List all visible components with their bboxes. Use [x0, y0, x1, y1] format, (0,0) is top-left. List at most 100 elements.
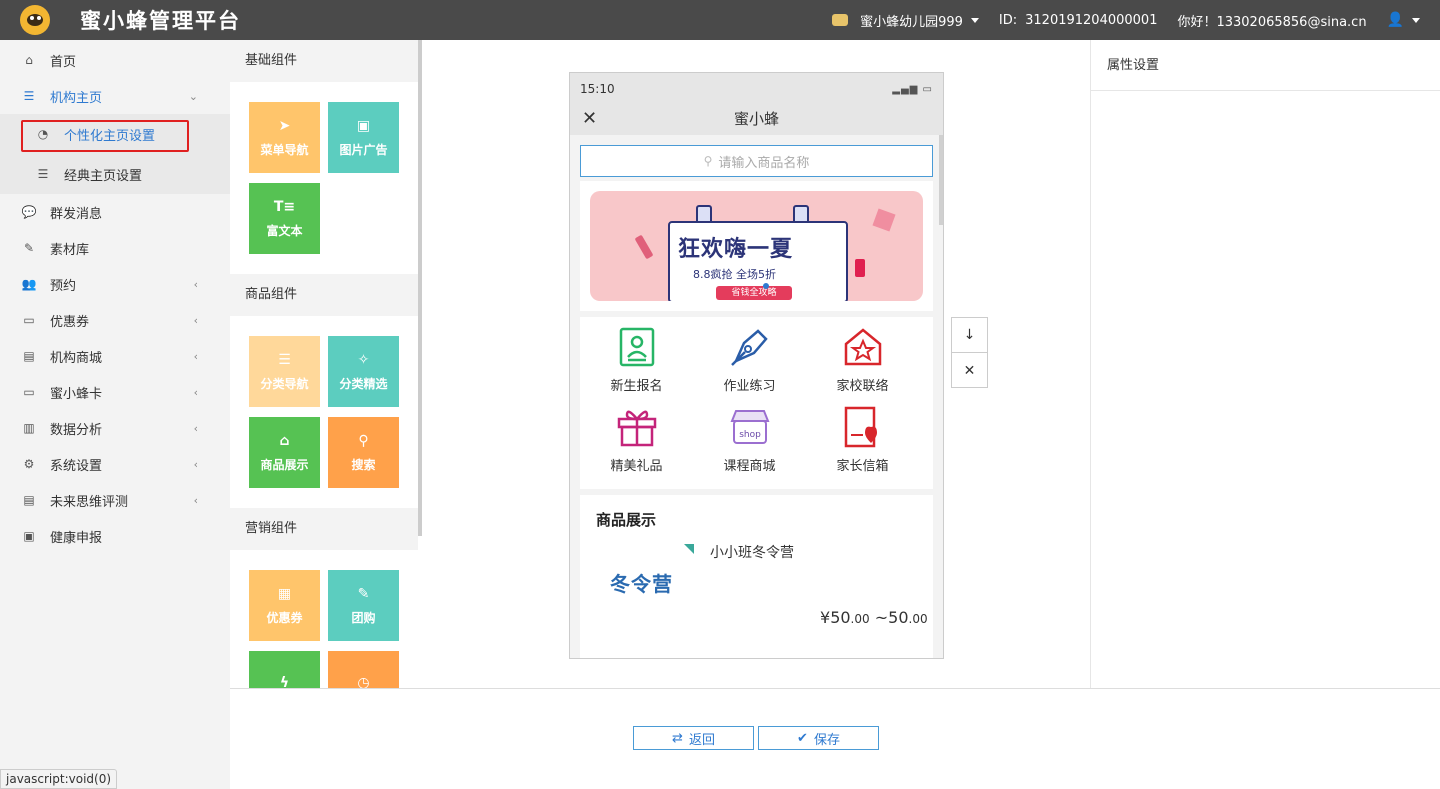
house-star-icon — [841, 325, 885, 369]
bee-logo-icon — [20, 5, 50, 35]
goods-price: ¥50.00 ~50.00 — [820, 608, 928, 627]
menu-item-homework[interactable]: 作业练习 — [693, 325, 806, 405]
org-logo-icon — [832, 14, 849, 26]
sidebar-item-settings[interactable]: ⚙ 系统设置 ‹ — [0, 446, 230, 482]
chevron-down-icon: ⌄ — [188, 90, 198, 103]
chat-icon: 💬 — [21, 205, 37, 219]
corner-decoration — [684, 544, 694, 554]
sidebar-item-health[interactable]: ▣ 健康申报 — [0, 518, 230, 554]
org-id-label: ID: — [998, 12, 1018, 28]
caret-down-icon — [970, 17, 979, 23]
tile-category-nav[interactable]: ☰ 分类导航 — [249, 336, 320, 407]
signal-battery-icon: ▂▄▆ ▭ — [892, 83, 933, 95]
close-icon[interactable]: ✕ — [582, 105, 597, 133]
goods-thumbnail-text: 冬令营 — [610, 572, 673, 596]
tile-group-buy[interactable]: ✎ 团购 — [328, 570, 399, 641]
brand-title: 蜜小蜂管理平台 — [80, 9, 241, 33]
tile-timed[interactable]: ◷ — [328, 651, 399, 688]
tile-category-featured[interactable]: ✧ 分类精选 — [328, 336, 399, 407]
sidebar-item-materials[interactable]: ✎ 素材库 — [0, 230, 230, 266]
sidebar: ⌂ 首页 ☰ 机构主页 ⌄ ◔ 个性化主页设置 ☰ 经典主页设置 💬 群发消息 … — [0, 40, 230, 789]
edit-icon: ✎ — [357, 585, 370, 602]
menu-item-home-school[interactable]: 家校联络 — [806, 325, 919, 405]
menu-item-course-mall[interactable]: shop 课程商城 — [693, 405, 806, 485]
carousel-dot[interactable] — [763, 283, 769, 289]
save-button[interactable]: ✔ 保存 — [758, 726, 879, 750]
chevron-left-icon: ‹ — [193, 422, 198, 435]
sidebar-item-bee-card[interactable]: ▭ 蜜小蜂卡 ‹ — [0, 374, 230, 410]
sidebar-item-home[interactable]: ⌂ 首页 — [0, 42, 230, 78]
bar-chart-icon: ▥ — [23, 421, 35, 435]
building-icon: ▤ — [23, 493, 35, 507]
id-card-icon: ▣ — [23, 529, 35, 543]
tile-rich-text[interactable]: T≡ 富文本 — [249, 183, 320, 254]
goods-display-module[interactable]: 商品展示 冬令营 小小班冬令营 — [580, 495, 933, 658]
shoe-decoration — [855, 259, 865, 277]
sidebar-item-mall[interactable]: ▤ 机构商城 ‹ — [0, 338, 230, 374]
banner-module[interactable]: 狂欢嗨一夏 8.8疯抢 全场5折 省钱全攻略 — [580, 181, 933, 311]
list-icon: ☰ — [23, 89, 35, 103]
sidebar-item-coupons[interactable]: ▭ 优惠券 ‹ — [0, 302, 230, 338]
home-icon: ⌂ — [25, 53, 33, 67]
goods-name[interactable]: 小小班冬令营 — [710, 542, 794, 624]
tile-image-ad[interactable]: ▣ 图片广告 — [328, 102, 399, 173]
menu-item-gifts[interactable]: 精美礼品 — [580, 405, 693, 485]
user-greeting: 你好！13302065856@sina.cn — [1177, 14, 1367, 30]
move-down-button[interactable]: ↓ — [952, 318, 987, 353]
module-action-buttons: ↓ ✕ — [951, 317, 988, 388]
menu-item-enroll[interactable]: 新生报名 — [580, 325, 693, 405]
sidebar-item-future-thinking[interactable]: ▤ 未来思维评测 ‹ — [0, 482, 230, 518]
card-icon: ▭ — [23, 313, 35, 327]
tile-search[interactable]: ⚲ 搜索 — [328, 417, 399, 488]
search-icon: ⚲ — [703, 154, 713, 168]
sidebar-item-booking[interactable]: 👥 预约 ‹ — [0, 266, 230, 302]
section-basic-components: 基础组件 — [230, 40, 418, 82]
status-bar-tooltip: javascript:void(0) — [0, 769, 118, 789]
svg-text:shop: shop — [739, 430, 761, 440]
phone-title-bar: ✕ 蜜小蜂 — [570, 105, 943, 135]
building-icon: ▤ — [23, 349, 35, 363]
pen-nib-icon — [728, 325, 772, 369]
back-button[interactable]: ⇄ 返回 — [633, 726, 754, 750]
caret-down-icon — [1412, 17, 1420, 23]
chevron-left-icon: ‹ — [193, 386, 198, 399]
magic-wand-icon: ✧ — [357, 351, 370, 368]
banner-subline: 8.8疯抢 全场5折 — [693, 268, 776, 281]
tile-flash-sale[interactable]: ϟ — [249, 651, 320, 688]
org-selector[interactable]: 蜜小蜂幼儿园999 — [832, 11, 979, 30]
clock-icon: ◷ — [357, 675, 370, 688]
tile-menu-nav[interactable]: ➤ 菜单导航 — [249, 102, 320, 173]
phone-search-input[interactable]: ⚲ 请输入商品名称 — [580, 145, 933, 177]
chevron-left-icon: ‹ — [193, 314, 198, 327]
list-icon: ☰ — [37, 167, 49, 181]
sidebar-item-classic-homepage[interactable]: ☰ 经典主页设置 — [0, 154, 230, 194]
phone-scrollbar[interactable] — [939, 135, 943, 225]
top-header: 蜜小蜂管理平台 蜜小蜂幼儿园999 ID: 3120191204000001 你… — [0, 0, 1440, 40]
banner-badge: 省钱全攻略 — [716, 286, 792, 300]
section-goods-components: 商品组件 — [230, 274, 418, 316]
menu-item-parent-mailbox[interactable]: 家长信箱 — [806, 405, 919, 485]
delete-module-button[interactable]: ✕ — [952, 353, 987, 388]
checkmark-icon: ✔ — [797, 730, 808, 746]
edit-icon: ✎ — [23, 241, 35, 255]
banner-image: 狂欢嗨一夏 8.8疯抢 全场5折 省钱全攻略 — [590, 191, 923, 301]
tile-goods-display[interactable]: ⌂ 商品展示 — [249, 417, 320, 488]
menu-nav-module[interactable]: 新生报名 作业练习 家校联络 精美礼品 shop 课程商城 家长信箱 — [580, 317, 933, 489]
card-icon: ▭ — [23, 385, 35, 399]
lightning-icon: ϟ — [279, 675, 290, 688]
text-icon: T≡ — [273, 198, 296, 215]
send-icon: ➤ — [278, 117, 291, 134]
graduation-cap-icon: ⌂ — [279, 432, 290, 449]
chevron-left-icon: ‹ — [193, 278, 198, 291]
phone-status-bar: 15:10 ▂▄▆ ▭ — [570, 73, 943, 105]
properties-title: 属性设置 — [1091, 40, 1440, 91]
user-menu[interactable]: 👤 — [1387, 12, 1420, 28]
sidebar-item-broadcast[interactable]: 💬 群发消息 — [0, 194, 230, 230]
sidebar-item-org-homepage[interactable]: ☰ 机构主页 ⌄ — [0, 78, 230, 114]
sidebar-item-custom-homepage[interactable]: ◔ 个性化主页设置 — [0, 114, 230, 154]
user-icon: 👤 — [1386, 12, 1404, 28]
sidebar-item-analytics[interactable]: ▥ 数据分析 ‹ — [0, 410, 230, 446]
lipstick-decoration — [634, 234, 654, 260]
goods-thumbnail[interactable]: 冬令营 — [596, 542, 694, 624]
tile-coupon[interactable]: ▦ 优惠券 — [249, 570, 320, 641]
